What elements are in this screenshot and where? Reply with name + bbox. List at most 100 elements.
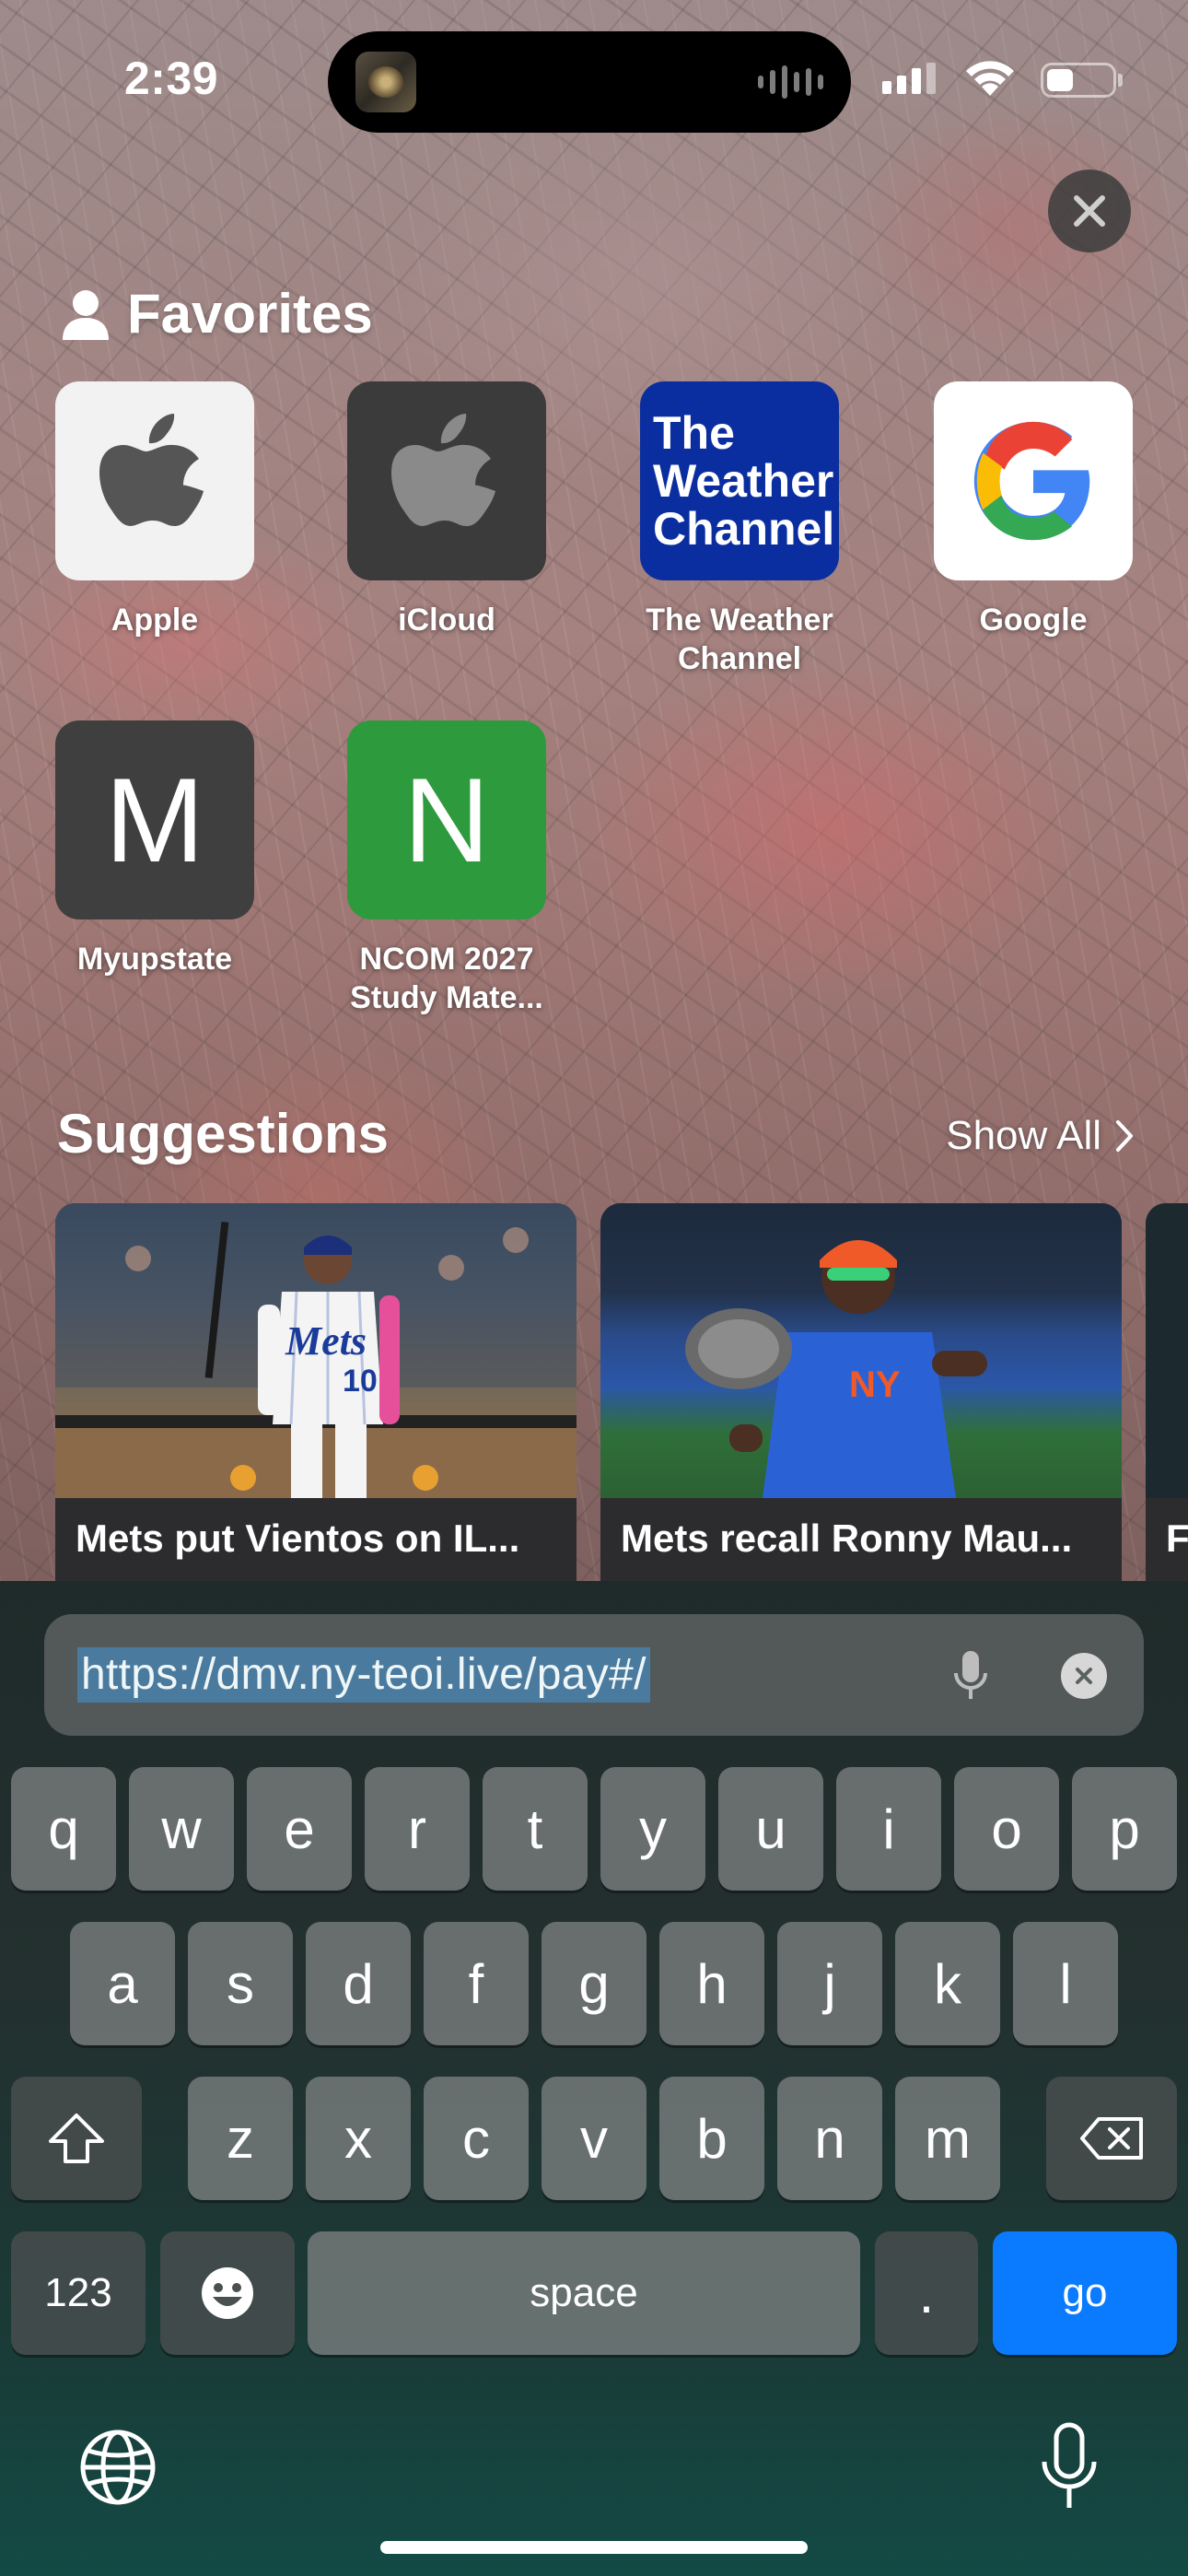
tile-letter: N <box>403 753 490 887</box>
globe-icon[interactable] <box>79 2429 157 2506</box>
key-w[interactable]: w <box>129 1767 234 1891</box>
svg-text:NY: NY <box>849 1364 901 1405</box>
backspace-icon <box>1080 2117 1143 2160</box>
news-photo: Mets 10 <box>55 1203 577 1498</box>
dictation-mic-icon[interactable] <box>1039 2421 1100 2513</box>
favorite-apple[interactable]: Apple <box>35 381 274 639</box>
apple-tile <box>55 381 254 580</box>
suggestion-card[interactable]: NY Mets recall Ronny Mau... <box>600 1203 1122 1581</box>
audio-waveform-icon <box>758 64 823 100</box>
address-input[interactable]: https://dmv.ny-teoi.live/pay#/ <box>77 1647 650 1703</box>
favorite-google[interactable]: Google <box>914 381 1153 639</box>
player-illustration: Mets 10 <box>55 1203 577 1498</box>
suggestions-title: Suggestions <box>57 1103 390 1165</box>
emoji-key[interactable] <box>160 2231 295 2355</box>
close-button[interactable] <box>1048 170 1131 252</box>
cellular-signal-icon <box>882 63 936 94</box>
suggestion-card[interactable]: Mets 10 Mets put Vientos on IL... <box>55 1203 577 1581</box>
shift-key[interactable] <box>11 2077 142 2200</box>
google-tile <box>934 381 1133 580</box>
apple-logo-icon <box>391 414 495 526</box>
key-j[interactable]: j <box>777 1922 882 2045</box>
go-key[interactable]: go <box>993 2231 1177 2355</box>
favorite-myupstate[interactable]: M Myupstate <box>35 720 274 978</box>
favorite-label: Apple <box>111 603 199 638</box>
news-photo <box>1146 1203 1188 1498</box>
battery-icon <box>1041 63 1116 98</box>
key-x[interactable]: x <box>306 2077 411 2200</box>
now-playing-artwork <box>355 52 416 112</box>
microphone-icon[interactable] <box>952 1649 989 1703</box>
weather-channel-logo: The Weather Channel <box>640 381 839 580</box>
clear-text-button[interactable] <box>1061 1653 1107 1699</box>
suggestions-header: Suggestions Show All <box>57 1102 1135 1176</box>
ncom-tile: N <box>347 720 546 919</box>
show-all-button[interactable]: Show All <box>946 1113 1135 1159</box>
google-g-icon <box>973 421 1090 541</box>
key-p[interactable]: p <box>1072 1767 1177 1891</box>
key-r[interactable]: r <box>365 1767 470 1891</box>
favorite-label: iCloud <box>398 603 495 638</box>
close-icon <box>1074 195 1105 227</box>
key-c[interactable]: c <box>424 2077 529 2200</box>
key-y[interactable]: y <box>600 1767 705 1891</box>
period-key[interactable]: . <box>875 2231 978 2355</box>
news-photo: NY <box>600 1203 1122 1498</box>
suggestion-cards: Mets 10 Mets put Vientos on IL... NY Met… <box>0 1203 1188 1581</box>
shift-icon <box>49 2113 104 2163</box>
key-m[interactable]: m <box>895 2077 1000 2200</box>
key-a[interactable]: a <box>70 1922 175 2045</box>
suggestion-card[interactable]: F <box>1146 1203 1188 1581</box>
apple-logo-icon <box>99 414 204 526</box>
key-s[interactable]: s <box>188 1922 293 2045</box>
player-illustration: NY <box>685 1240 987 1498</box>
key-d[interactable]: d <box>306 1922 411 2045</box>
favorite-label: Google <box>979 603 1088 638</box>
svg-text:10: 10 <box>343 1364 378 1399</box>
key-v[interactable]: v <box>542 2077 646 2200</box>
favorites-header: Favorites <box>61 282 373 345</box>
key-n[interactable]: n <box>777 2077 882 2200</box>
person-icon <box>63 289 109 340</box>
favorite-label: NCOM 2027 Study Mate... <box>350 942 543 1015</box>
key-i[interactable]: i <box>836 1767 941 1891</box>
icloud-tile <box>347 381 546 580</box>
favorite-label: The Weather Channel <box>646 603 833 676</box>
clear-icon <box>1076 1668 1092 1684</box>
favorite-icloud[interactable]: iCloud <box>327 381 566 639</box>
key-q[interactable]: q <box>11 1767 116 1891</box>
favorite-label: Myupstate <box>76 942 233 977</box>
status-time: 2:39 <box>124 53 219 104</box>
favorite-weather-channel[interactable]: The Weather Channel The Weather Channel <box>620 381 859 678</box>
key-l[interactable]: l <box>1013 1922 1118 2045</box>
dynamic-island[interactable] <box>328 31 851 133</box>
suggestion-title: F <box>1166 1516 1188 1560</box>
key-b[interactable]: b <box>659 2077 764 2200</box>
space-key[interactable]: space <box>308 2231 860 2355</box>
suggestion-title: Mets put Vientos on IL... <box>76 1516 520 1560</box>
favorite-ncom[interactable]: N NCOM 2027 Study Mate... <box>327 720 566 1017</box>
wifi-icon <box>966 61 1014 96</box>
address-bar[interactable]: https://dmv.ny-teoi.live/pay#/ <box>44 1614 1144 1736</box>
key-k[interactable]: k <box>895 1922 1000 2045</box>
delete-key[interactable] <box>1046 2077 1177 2200</box>
status-bar: 2:39 <box>0 0 1188 157</box>
key-t[interactable]: t <box>483 1767 588 1891</box>
key-z[interactable]: z <box>188 2077 293 2200</box>
favorites-title: Favorites <box>127 283 373 345</box>
key-g[interactable]: g <box>542 1922 646 2045</box>
key-f[interactable]: f <box>424 1922 529 2045</box>
key-u[interactable]: u <box>718 1767 823 1891</box>
key-o[interactable]: o <box>954 1767 1059 1891</box>
emoji-icon <box>202 2267 253 2319</box>
key-h[interactable]: h <box>659 1922 764 2045</box>
tile-letter: M <box>104 753 205 887</box>
chevron-right-icon <box>1116 1120 1133 1152</box>
numbers-key[interactable]: 123 <box>11 2231 146 2355</box>
suggestion-title: Mets recall Ronny Mau... <box>621 1516 1073 1560</box>
svg-text:Mets: Mets <box>285 1318 367 1364</box>
key-e[interactable]: e <box>247 1767 352 1891</box>
show-all-label: Show All <box>946 1113 1101 1158</box>
myupstate-tile: M <box>55 720 254 919</box>
home-indicator <box>380 2541 808 2554</box>
